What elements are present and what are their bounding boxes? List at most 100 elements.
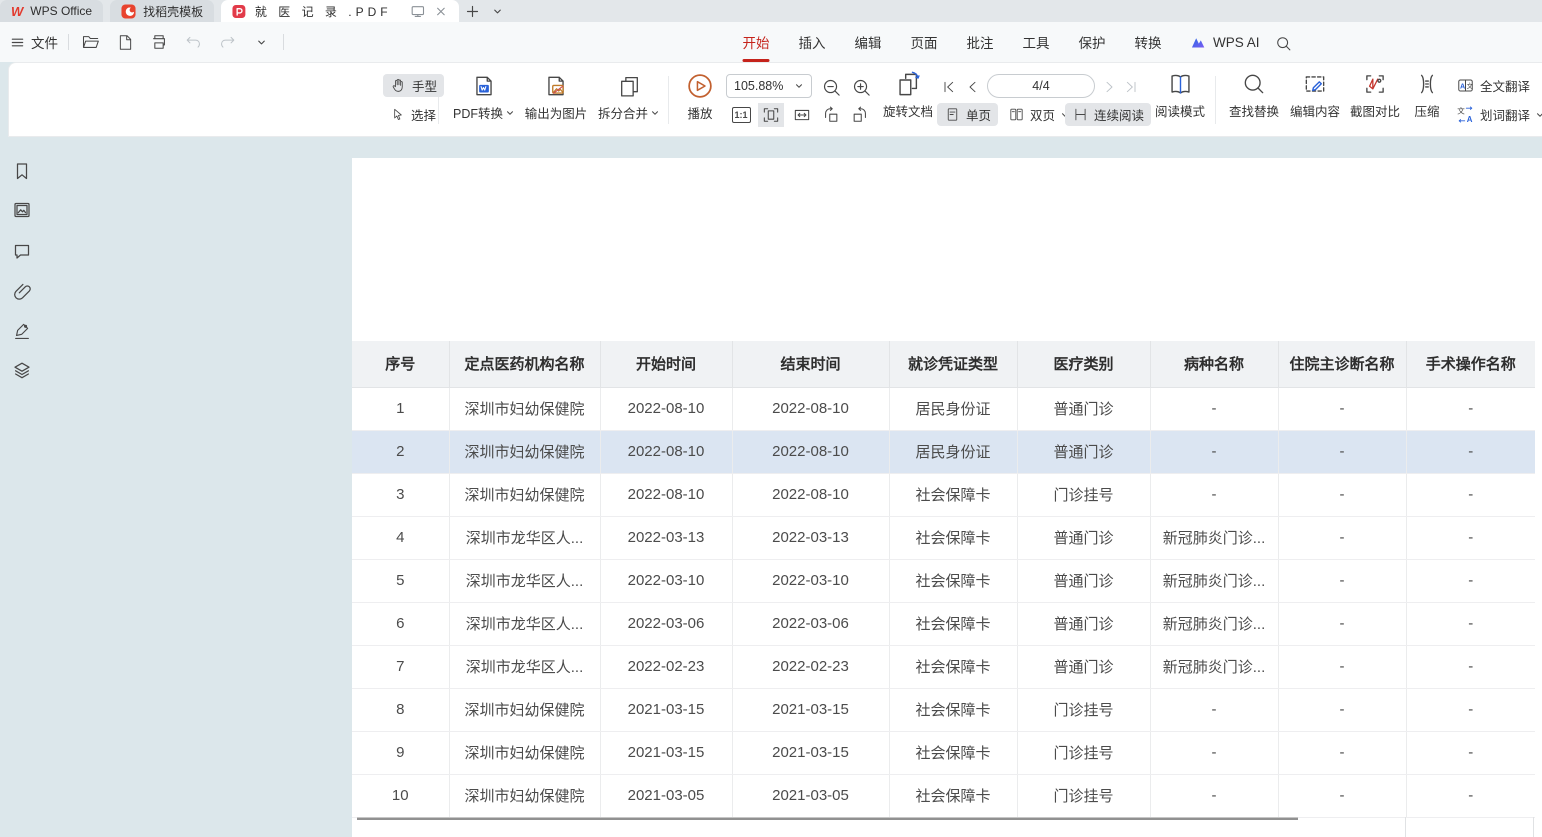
menu-search-button[interactable]: [1270, 30, 1296, 56]
zoom-in-button[interactable]: [849, 75, 873, 99]
divider: [1215, 76, 1216, 124]
rotate-left-button[interactable]: [819, 104, 843, 126]
menu-tab-edit[interactable]: 编辑: [840, 22, 896, 62]
table-cell: 2021-03-15: [600, 731, 732, 774]
hand-tool-button[interactable]: 手型: [383, 74, 444, 97]
wps-ai-label: WPS AI: [1213, 35, 1260, 50]
rotate-right-button[interactable]: [848, 104, 872, 126]
select-tool-button[interactable]: 选择: [383, 103, 443, 126]
file-menu-button[interactable]: 文件: [10, 32, 58, 52]
undo-button[interactable]: [181, 29, 205, 55]
layers-panel-button[interactable]: [12, 360, 32, 380]
table-cell: 社会保障卡: [889, 774, 1017, 817]
zoom-level-select[interactable]: 105.88%: [726, 74, 812, 98]
tab-list-chevron[interactable]: [486, 0, 509, 22]
svg-text:A: A: [1467, 115, 1473, 124]
signature-panel-button[interactable]: [12, 320, 32, 340]
quick-access-chevron[interactable]: [249, 29, 273, 55]
embedded-scrollbar: [357, 817, 1298, 820]
split-merge-label: 拆分合并: [598, 103, 648, 122]
tab-docer-template[interactable]: 找稻壳模板: [110, 0, 214, 22]
folder-open-icon: [81, 32, 101, 52]
table-cell: 3: [352, 473, 449, 516]
table-cell: 2022-03-13: [600, 516, 732, 559]
split-merge-button[interactable]: 拆分合并: [592, 71, 666, 122]
fit-width-button[interactable]: [789, 104, 815, 126]
column-header: 序号: [352, 341, 449, 387]
table-cell: 2021-03-15: [732, 688, 889, 731]
find-replace-button[interactable]: 查找替换: [1221, 69, 1287, 120]
double-page-label: 双页: [1030, 105, 1055, 124]
one-to-one-icon: 1:1: [732, 107, 751, 123]
separate-window-icon[interactable]: [410, 3, 426, 20]
table-cell: -: [1278, 516, 1406, 559]
pdf-convert-icon: [471, 73, 497, 99]
attachment-icon: [12, 281, 32, 301]
page-number-input[interactable]: 4/4: [987, 74, 1095, 98]
pdf-convert-label: PDF转换: [453, 103, 503, 122]
export-image-icon: [543, 73, 569, 99]
actual-size-button[interactable]: 1:1: [729, 104, 753, 126]
table-cell: -: [1150, 774, 1278, 817]
pdf-page[interactable]: 序号定点医药机构名称开始时间结束时间就诊凭证类型医疗类别病种名称住院主诊断名称手…: [352, 158, 1542, 837]
open-file-button[interactable]: [79, 29, 103, 55]
table-row: 1深圳市妇幼保健院2022-08-102022-08-10居民身份证普通门诊--…: [352, 387, 1535, 430]
export-image-button[interactable]: 输出为图片: [517, 71, 595, 122]
last-page-button[interactable]: [1121, 77, 1141, 97]
table-cell: 居民身份证: [889, 387, 1017, 430]
first-page-button[interactable]: [939, 77, 959, 97]
single-page-button[interactable]: 单页: [937, 103, 998, 126]
table-cell: 2021-03-05: [732, 774, 889, 817]
screenshot-compare-button[interactable]: 截图对比: [1343, 69, 1407, 120]
save-button[interactable]: [113, 29, 137, 55]
search-icon: [1275, 35, 1292, 52]
table-cell: 2022-08-10: [732, 430, 889, 473]
close-tab-icon[interactable]: [434, 4, 448, 19]
redo-button[interactable]: [215, 29, 239, 55]
edit-content-button[interactable]: 编辑内容: [1283, 69, 1347, 120]
full-translation-button[interactable]: A 文 全文翻译: [1449, 74, 1537, 97]
table-row: 8深圳市妇幼保健院2021-03-152021-03-15社会保障卡门诊挂号--…: [352, 688, 1535, 731]
table-cell: 2022-03-10: [732, 559, 889, 602]
menu-tab-protect[interactable]: 保护: [1064, 22, 1120, 62]
next-page-button[interactable]: [1099, 77, 1119, 97]
menu-tab-convert[interactable]: 转换: [1120, 22, 1176, 62]
menu-tab-insert[interactable]: 插入: [784, 22, 840, 62]
attachments-panel-button[interactable]: [12, 281, 32, 301]
table-cell: 新冠肺炎门诊...: [1150, 559, 1278, 602]
comments-panel-button[interactable]: [12, 241, 32, 261]
thumbnails-panel-button[interactable]: [12, 200, 32, 220]
table-cell: 6: [352, 602, 449, 645]
previous-page-button[interactable]: [963, 77, 983, 97]
table-cell: 5: [352, 559, 449, 602]
tab-wps-office[interactable]: W WPS Office: [0, 0, 103, 22]
wps-ai-button[interactable]: WPS AI: [1190, 22, 1260, 62]
table-cell: -: [1150, 387, 1278, 430]
table-cell: 社会保障卡: [889, 473, 1017, 516]
play-button[interactable]: 播放: [675, 71, 725, 122]
word-translation-button[interactable]: 文 A 划词翻译: [1449, 103, 1542, 126]
menu-tab-tools[interactable]: 工具: [1008, 22, 1064, 62]
new-tab-button[interactable]: [459, 0, 486, 22]
split-merge-icon: [617, 74, 642, 99]
bookmarks-panel-button[interactable]: [12, 161, 32, 181]
table-body: 1深圳市妇幼保健院2022-08-102022-08-10居民身份证普通门诊--…: [352, 387, 1535, 817]
rotate-document-button[interactable]: 旋转文档: [875, 69, 941, 120]
fit-page-button[interactable]: [758, 103, 784, 127]
column-header: 就诊凭证类型: [889, 341, 1017, 387]
menu-tab-annotate[interactable]: 批注: [952, 22, 1008, 62]
compress-button[interactable]: 压缩: [1405, 69, 1449, 120]
single-page-icon: [944, 106, 961, 123]
menu-tab-home[interactable]: 开始: [728, 22, 784, 62]
reading-mode-button[interactable]: 阅读模式: [1149, 69, 1211, 120]
table-row: 10深圳市妇幼保健院2021-03-052021-03-05社会保障卡门诊挂号-…: [352, 774, 1535, 817]
print-button[interactable]: [147, 29, 171, 55]
pdf-convert-button[interactable]: PDF转换: [446, 71, 522, 122]
tab-document[interactable]: 就 医 记 录 .PDF: [221, 0, 459, 22]
table-cell: -: [1150, 688, 1278, 731]
hamburger-icon: [10, 35, 25, 50]
hand-icon: [390, 77, 407, 94]
menu-tab-page[interactable]: 页面: [896, 22, 952, 62]
zoom-out-button[interactable]: [819, 75, 843, 99]
continuous-reading-button[interactable]: 连续阅读: [1065, 103, 1151, 126]
